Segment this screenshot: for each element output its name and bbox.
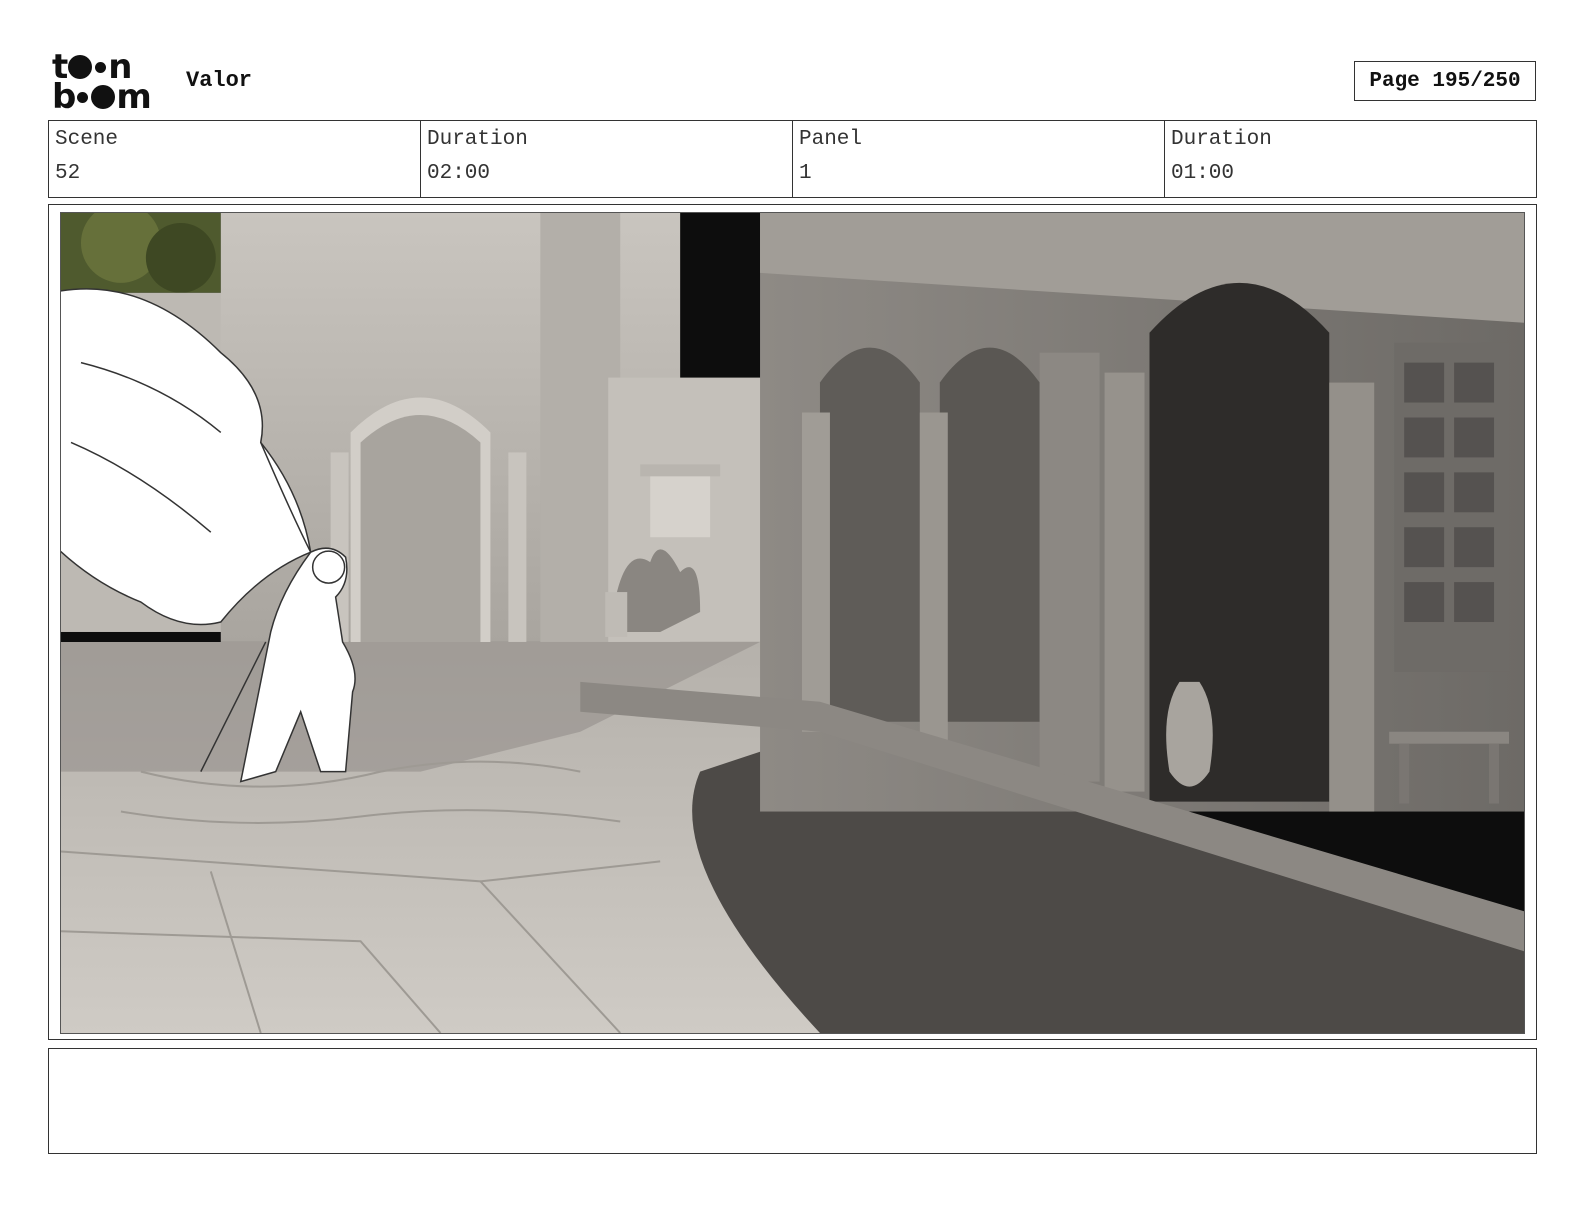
- toon-boom-logo: tn bm: [52, 47, 152, 117]
- scene-duration-value: 02:00: [427, 162, 491, 185]
- storyboard-panel-image: [60, 212, 1525, 1034]
- scene-duration-cell: Duration 02:00: [421, 121, 793, 197]
- scene-info-table: Scene 52 Duration 02:00 Panel 1 Duration…: [48, 120, 1537, 198]
- project-title: Valor: [186, 68, 253, 93]
- panel-duration-label: Duration: [1171, 128, 1272, 151]
- panel-label: Panel: [799, 128, 863, 151]
- panel-value: 1: [799, 162, 812, 185]
- panel-cell: Panel 1: [793, 121, 1165, 197]
- scene-label: Scene: [55, 128, 119, 151]
- courtyard-scene-illustration: [61, 213, 1524, 1033]
- panel-duration-value: 01:00: [1171, 162, 1235, 185]
- panel-notes-box: [48, 1048, 1537, 1154]
- panel-duration-cell: Duration 01:00: [1165, 121, 1536, 197]
- scene-value: 52: [55, 162, 81, 185]
- page-indicator: Page 195/250: [1354, 61, 1536, 101]
- scene-duration-label: Duration: [427, 128, 528, 151]
- scene-cell: Scene 52: [49, 121, 421, 197]
